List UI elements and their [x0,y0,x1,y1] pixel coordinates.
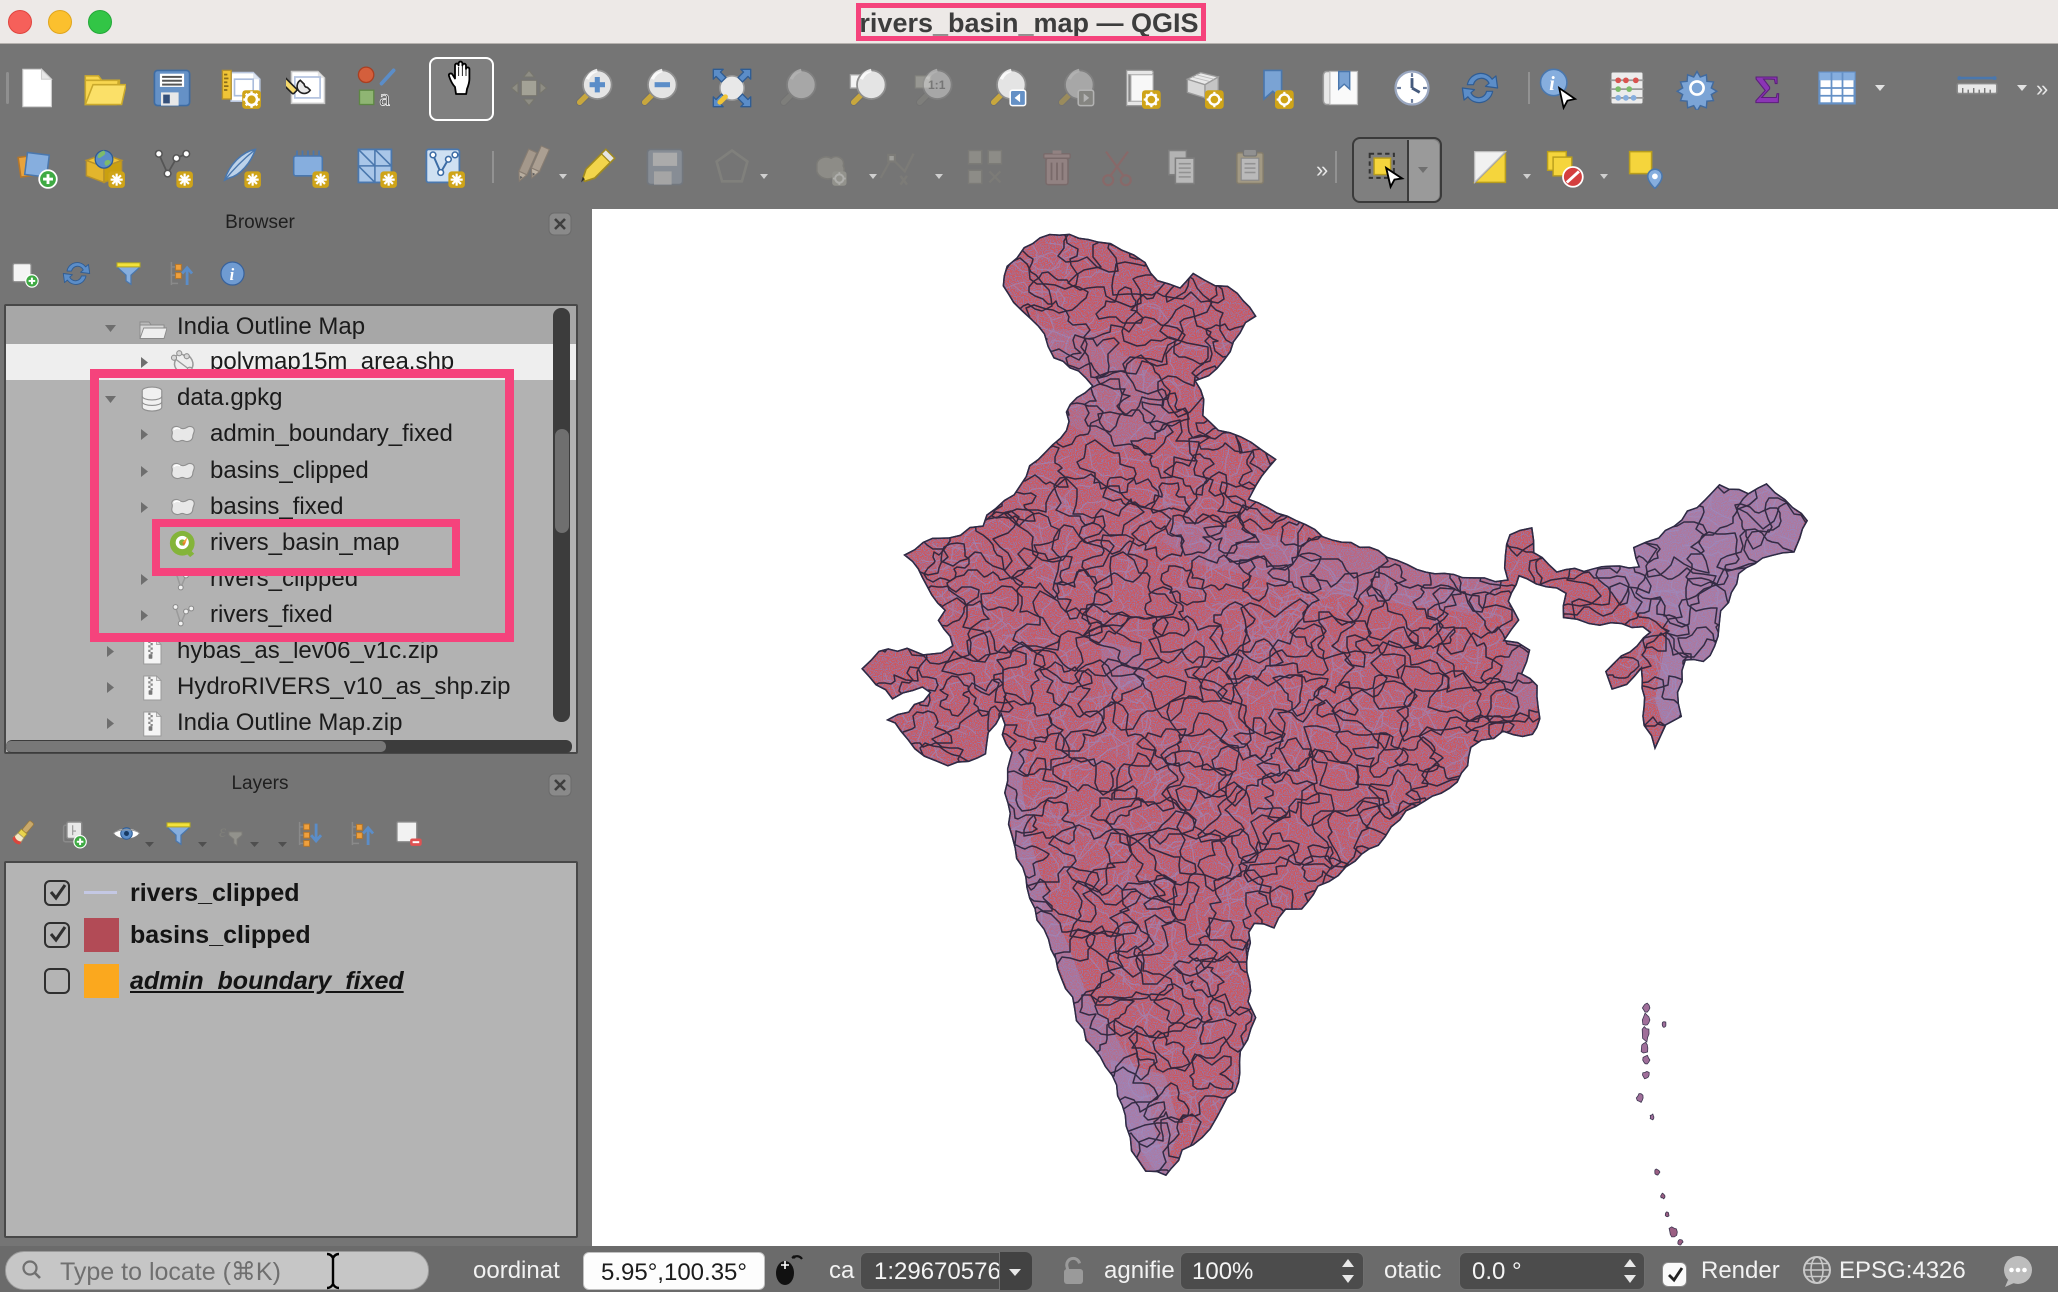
svg-text:i: i [230,265,235,284]
svg-text:Σ: Σ [1755,67,1781,110]
svg-text:a: a [379,85,390,110]
svg-text:i: i [1549,73,1555,95]
svg-text:ε: ε [219,821,227,841]
svg-text:1:1: 1:1 [928,78,946,92]
